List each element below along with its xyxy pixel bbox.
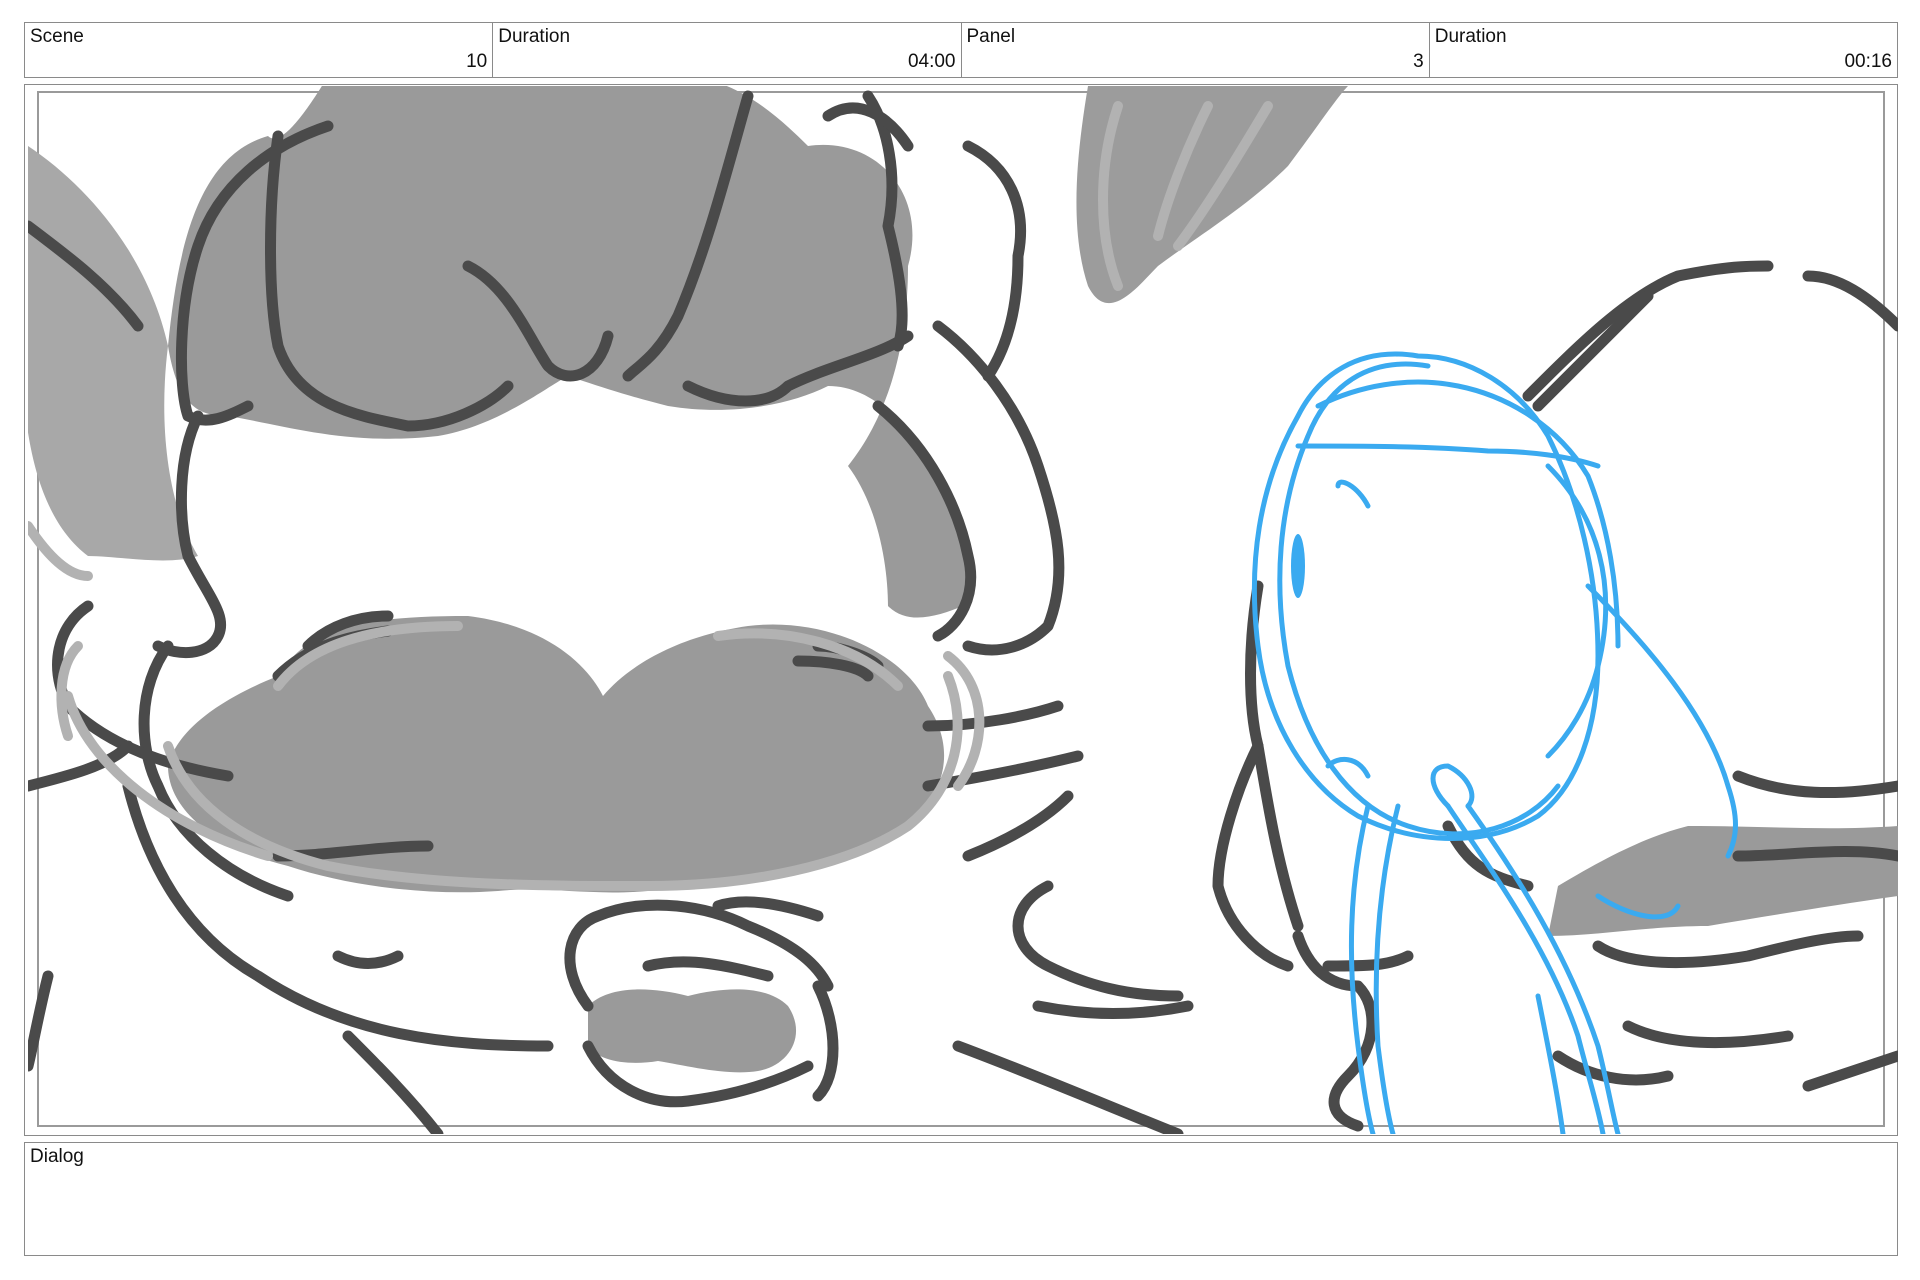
panel-label: Panel	[966, 26, 1016, 47]
panel-number: 3	[1413, 51, 1424, 72]
panel-cell: Panel 3	[962, 23, 1430, 77]
scene-number: 10	[466, 51, 488, 72]
scene-label: Scene	[30, 26, 84, 47]
sketch-canvas	[28, 86, 1898, 1134]
scene-duration-label: Duration	[498, 26, 571, 47]
scene-duration-cell: Duration 04:00	[493, 23, 962, 77]
eye	[1291, 534, 1305, 598]
panel-duration-label: Duration	[1434, 26, 1507, 47]
panel-duration-cell: Duration 00:16	[1430, 23, 1897, 77]
dialog-box: Dialog	[24, 1142, 1898, 1256]
panel-info-header: Scene 10 Duration 04:00 Panel 3 Duration…	[24, 22, 1898, 78]
panel-duration-value: 00:16	[1844, 51, 1892, 72]
panel-drawing	[28, 86, 1898, 1134]
scene-duration-value: 04:00	[907, 51, 956, 72]
blue-rough-sketch	[1251, 351, 1738, 1134]
scene-cell: Scene 10	[25, 23, 494, 77]
dialog-label: Dialog	[30, 1146, 84, 1167]
